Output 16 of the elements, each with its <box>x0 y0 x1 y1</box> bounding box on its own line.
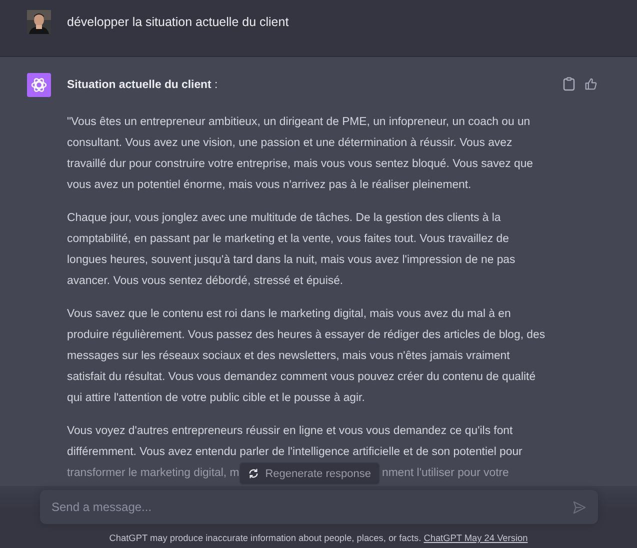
thumbs-up-icon[interactable] <box>585 77 597 91</box>
clipboard-icon[interactable] <box>563 77 575 91</box>
response-text: nment l'utiliser pour votre <box>382 466 509 481</box>
response-text: transformer le marketing digital, m <box>67 466 240 481</box>
version-link[interactable]: ChatGPT May 24 Version <box>424 533 528 543</box>
user-message: développer la situation actuelle du client <box>67 14 289 31</box>
response-heading: Situation actuelle du client : <box>67 78 219 93</box>
response-paragraph: Chaque jour, vous jonglez avec une multitude de tâches. De la gestion des clients à la comptabilité, en passant par le marketing et la vente, vous faites tout. Vous travaillez de longues heures, souvent jusqu'à tard dans la nuit, mais vous avez l'impression de ne pas avancer. Vous vous sentez débordé, stressé et épuisé. <box>67 211 516 289</box>
assistant-logo-icon <box>27 73 51 97</box>
disclaimer-text: ChatGPT may produce inaccurate information about people, places, or facts. <box>109 533 422 543</box>
response-paragraph: "Vous êtes un entrepreneur ambitieux, un dirigeant de PME, un infopreneur, un coach ou un consultant. Vous avez une vision, une passion et une détermination à réussir. Vous avez travaillé dur pour construire votre entreprise, mais vous vous sentez bloqué. Vous savez que vous avez un potentiel énorme, mais vous n'arrivez pas à le réaliser pleinement. <box>67 115 534 193</box>
response-paragraph: Vous voyez d'autres entrepreneurs réussir en ligne et vous vous demandez ce qu'ils font différemment. Vous avez entendu parler de l'intelligence artificielle et de son potentiel pour <box>67 424 524 460</box>
refresh-icon <box>248 468 260 479</box>
response-paragraph: Vous savez que le contenu est roi dans le marketing digital, mais vous avez du mal à en produire régulièrement. Vous passez des heures à essayer de rédiger des articles de blog, des messages sur les réseaux sociaux et des newsletters, mais vous n'êtes jamais vraiment satisfait du résultat. Vous vous demandez comment vous pouvez créer du contenu de qualité qui attire l'attention de votre public cible et le pousse à agir. <box>67 307 546 406</box>
message-input[interactable]: Send a message... <box>40 490 598 524</box>
regenerate-button[interactable]: Regenerate response <box>239 462 380 485</box>
